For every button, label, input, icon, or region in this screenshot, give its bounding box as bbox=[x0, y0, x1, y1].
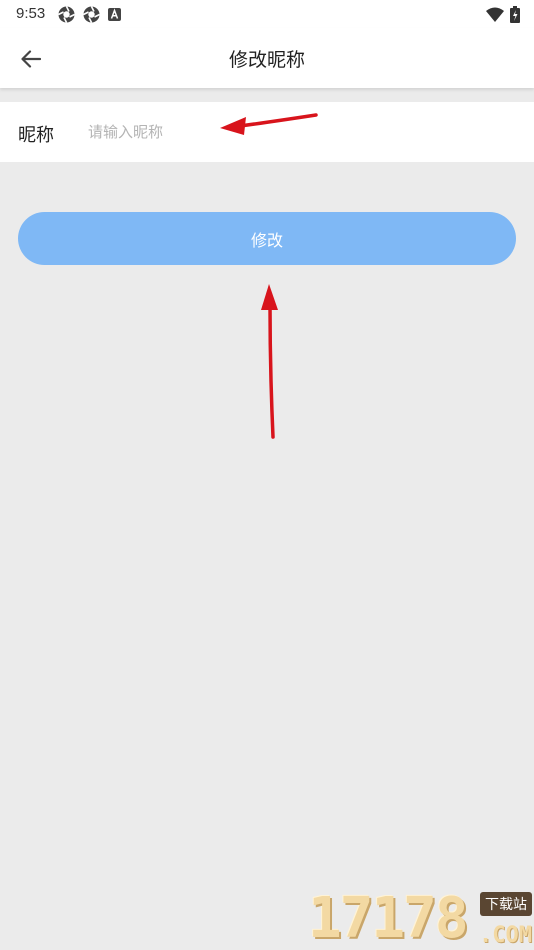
status-time: 9:53 bbox=[16, 5, 46, 22]
status-bar: 9:53 bbox=[0, 0, 534, 28]
a-badge-icon bbox=[108, 8, 121, 21]
nickname-row: 昵称 bbox=[0, 102, 534, 162]
watermark-site: 下载站 bbox=[480, 892, 532, 916]
submit-button[interactable]: 修改 bbox=[18, 212, 516, 265]
annotation-arrow-button bbox=[261, 284, 278, 439]
nickname-input[interactable] bbox=[88, 116, 508, 148]
status-right-icons bbox=[486, 6, 520, 23]
wifi-icon bbox=[486, 7, 504, 22]
app-bar: 修改昵称 bbox=[0, 28, 534, 88]
watermark-domain: .COM bbox=[479, 923, 532, 948]
battery-icon bbox=[510, 6, 520, 23]
watermark-digits: 17178 bbox=[308, 886, 469, 950]
nickname-label: 昵称 bbox=[18, 125, 54, 146]
shutter-icon bbox=[58, 6, 75, 23]
page-title: 修改昵称 bbox=[228, 49, 305, 71]
status-left-icons bbox=[58, 6, 121, 23]
screen: 9:53 修改昵称 昵称 请输入昵称 修改 17178 下载站 .COM bbox=[0, 0, 534, 950]
watermark: 17178 下载站 .COM bbox=[308, 888, 534, 950]
shutter-icon bbox=[83, 6, 100, 23]
